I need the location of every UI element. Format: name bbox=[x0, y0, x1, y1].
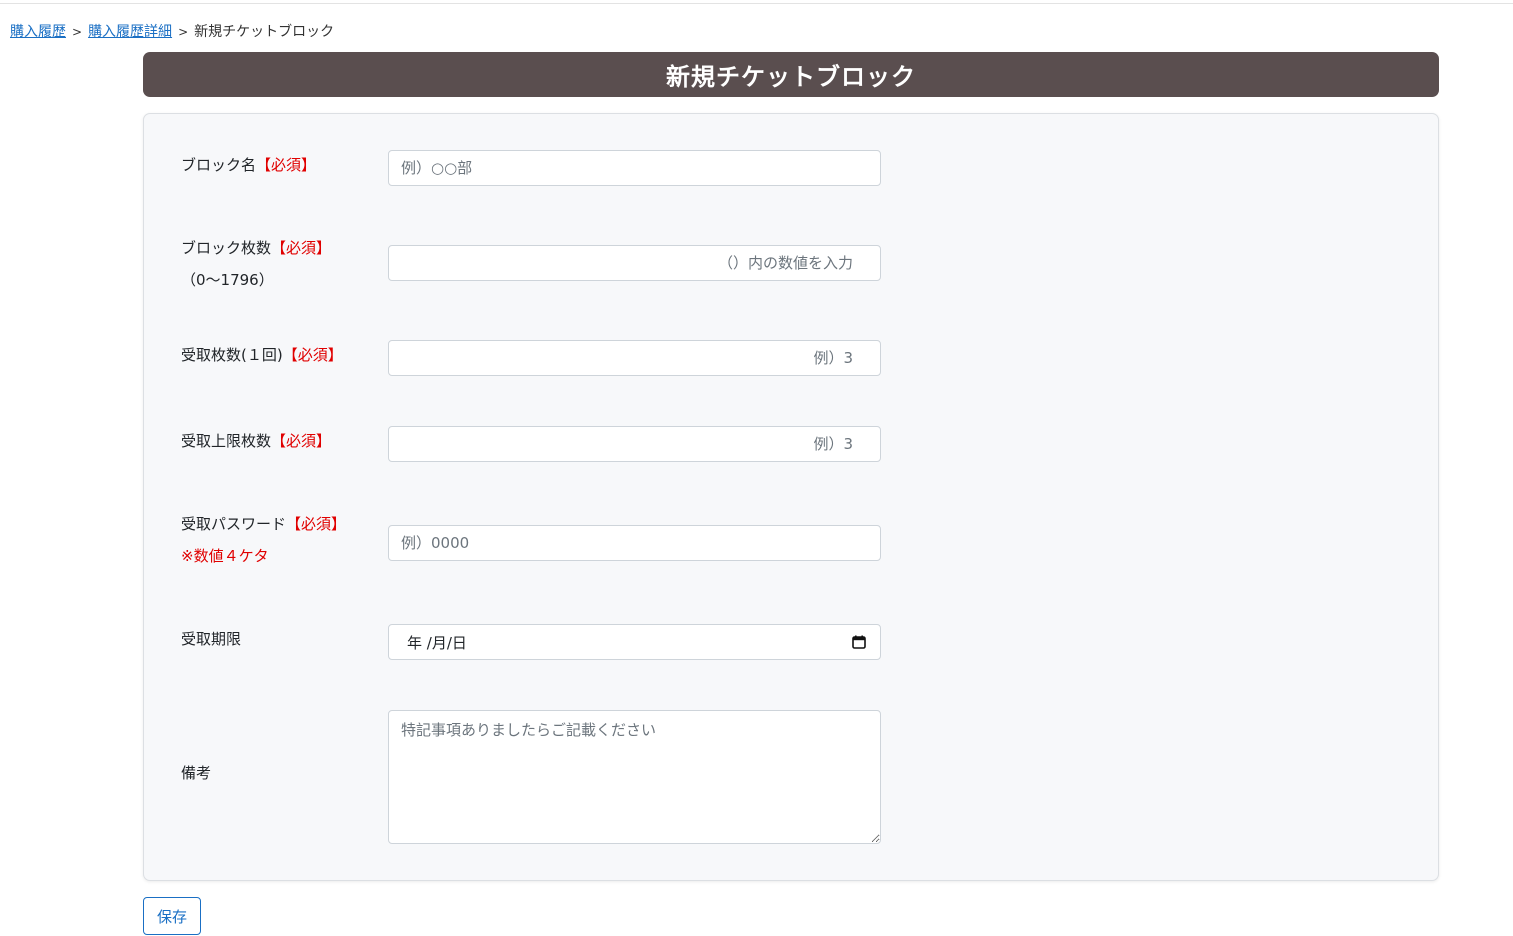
remarks-label: 備考 bbox=[181, 764, 212, 782]
breadcrumb-link-purchase-history[interactable]: 購入履歴 bbox=[10, 24, 66, 40]
required-tag: 【必須】 bbox=[282, 346, 343, 364]
block-name-label: ブロック名【必須】 bbox=[181, 154, 316, 176]
breadcrumb: 購入履歴 > 購入履歴詳細 > 新規チケットブロック bbox=[10, 22, 334, 42]
breadcrumb-separator: > bbox=[72, 25, 83, 39]
breadcrumb-separator: > bbox=[178, 25, 189, 39]
breadcrumb-link-purchase-history-detail[interactable]: 購入履歴詳細 bbox=[88, 24, 172, 40]
top-divider bbox=[0, 3, 1513, 4]
remarks-textarea[interactable] bbox=[388, 710, 881, 844]
receive-limit-label-text: 受取上限枚数 bbox=[181, 432, 272, 450]
block-count-range-note: （0～1796） bbox=[181, 271, 274, 289]
block-name-input[interactable] bbox=[388, 150, 881, 186]
receive-password-input[interactable] bbox=[388, 525, 881, 561]
receive-limit-input[interactable] bbox=[388, 426, 881, 462]
receive-deadline-date-input[interactable]: 年 /月/日 bbox=[388, 624, 881, 660]
block-count-label: ブロック枚数【必須】 bbox=[181, 237, 331, 259]
page-title: 新規チケットブロック bbox=[666, 63, 916, 91]
ticket-block-form: ブロック名【必須】 ブロック枚数【必須】 （0～1796） 受取枚数(１回)【必… bbox=[143, 113, 1439, 881]
receive-password-label: 受取パスワード【必須】 bbox=[181, 513, 346, 535]
receive-count-label-text: 受取枚数(１回) bbox=[181, 346, 283, 364]
receive-password-label-text: 受取パスワード bbox=[181, 515, 287, 533]
block-count-input[interactable] bbox=[388, 245, 881, 281]
calendar-icon[interactable] bbox=[852, 635, 866, 649]
required-tag: 【必須】 bbox=[286, 515, 347, 533]
password-note: ※数値４ケタ bbox=[181, 547, 269, 565]
breadcrumb-current: 新規チケットブロック bbox=[194, 24, 335, 40]
block-count-label-text: ブロック枚数 bbox=[181, 239, 272, 257]
required-tag: 【必須】 bbox=[256, 156, 317, 174]
save-button[interactable]: 保存 bbox=[143, 897, 201, 935]
date-display: 年 /月/日 bbox=[407, 633, 467, 652]
page-title-bar: 新規チケットブロック bbox=[143, 52, 1439, 97]
receive-count-label: 受取枚数(１回)【必須】 bbox=[181, 344, 343, 366]
receive-limit-label: 受取上限枚数【必須】 bbox=[181, 430, 331, 452]
receive-count-input[interactable] bbox=[388, 340, 881, 376]
required-tag: 【必須】 bbox=[271, 239, 332, 257]
receive-deadline-label: 受取期限 bbox=[181, 630, 242, 648]
block-name-label-text: ブロック名 bbox=[181, 156, 257, 174]
required-tag: 【必須】 bbox=[271, 432, 332, 450]
